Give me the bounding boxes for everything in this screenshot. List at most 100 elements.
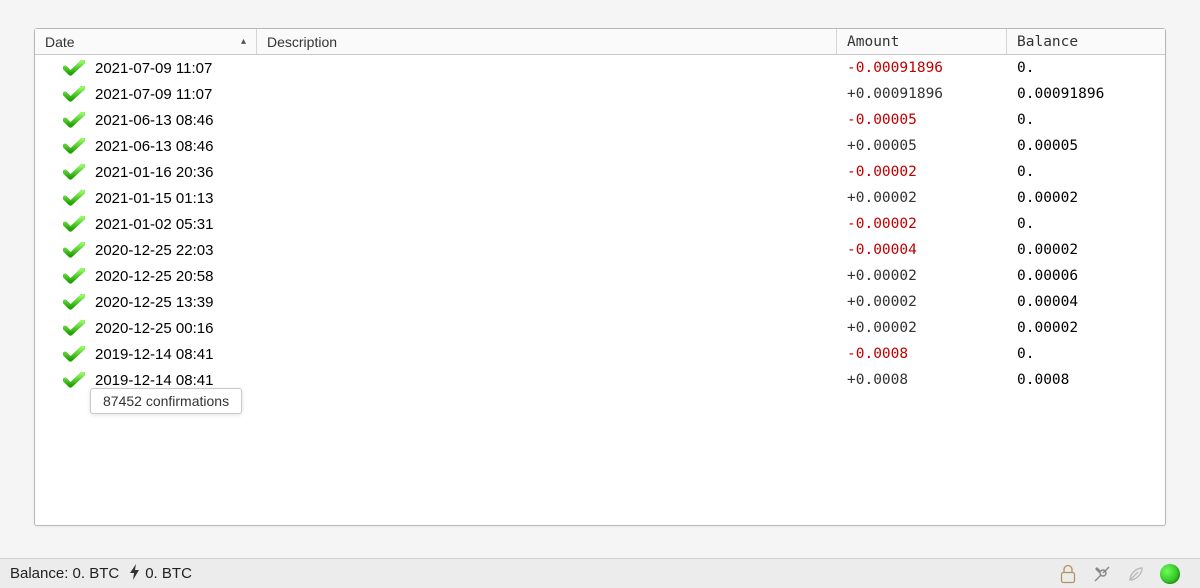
confirmed-check-icon bbox=[63, 268, 85, 284]
cell-description bbox=[257, 315, 837, 341]
cell-date-text: 2020-12-25 13:39 bbox=[95, 294, 213, 311]
cell-description bbox=[257, 185, 837, 211]
cell-date: 2021-07-09 11:07 bbox=[35, 55, 257, 81]
transactions-panel: Date ▴ Description Amount Balance 2021-0… bbox=[34, 28, 1166, 526]
lock-icon[interactable] bbox=[1058, 564, 1078, 584]
cell-amount: +0.00091896 bbox=[837, 81, 1007, 107]
cell-balance: 0.00004 bbox=[1007, 289, 1165, 315]
cell-description bbox=[257, 55, 837, 81]
cell-amount: +0.00002 bbox=[837, 185, 1007, 211]
cell-amount: -0.00002 bbox=[837, 211, 1007, 237]
cell-date: 2020-12-25 22:03 bbox=[35, 237, 257, 263]
table-row[interactable]: 2020-12-25 00:16 +0.000020.00002 bbox=[35, 315, 1165, 341]
table-row[interactable]: 2021-01-15 01:13 +0.000020.00002 bbox=[35, 185, 1165, 211]
cell-balance: 0. bbox=[1007, 341, 1165, 367]
table-header-row: Date ▴ Description Amount Balance bbox=[35, 29, 1165, 55]
cell-balance: 0. bbox=[1007, 159, 1165, 185]
cell-balance: 0.00002 bbox=[1007, 185, 1165, 211]
cell-balance: 0.00006 bbox=[1007, 263, 1165, 289]
cell-date: 2021-06-13 08:46 bbox=[35, 107, 257, 133]
cell-date: 2021-06-13 08:46 bbox=[35, 133, 257, 159]
cell-balance: 0. bbox=[1007, 107, 1165, 133]
cell-amount: +0.00002 bbox=[837, 263, 1007, 289]
status-bar: Balance: 0. BTC 0. BTC bbox=[0, 558, 1200, 588]
cell-description bbox=[257, 133, 837, 159]
confirmed-check-icon bbox=[63, 190, 85, 206]
table-row[interactable]: 2021-06-13 08:46 -0.000050. bbox=[35, 107, 1165, 133]
cell-description bbox=[257, 81, 837, 107]
cell-description bbox=[257, 211, 837, 237]
table-row[interactable]: 2019-12-14 08:41 -0.00080. bbox=[35, 341, 1165, 367]
cell-description bbox=[257, 289, 837, 315]
cell-description bbox=[257, 237, 837, 263]
cell-balance: 0. bbox=[1007, 211, 1165, 237]
table-row[interactable]: 2021-07-09 11:07-0.000918960. bbox=[35, 55, 1165, 81]
cell-date-text: 2021-07-09 11:07 bbox=[95, 86, 212, 103]
cell-balance: 0.00002 bbox=[1007, 237, 1165, 263]
column-header-balance[interactable]: Balance bbox=[1007, 29, 1165, 54]
cell-date: 2020-12-25 20:58 bbox=[35, 263, 257, 289]
sort-indicator-icon: ▴ bbox=[241, 36, 246, 47]
column-header-description-label: Description bbox=[267, 34, 337, 50]
table-row[interactable]: 2020-12-25 20:58 +0.000020.00006 bbox=[35, 263, 1165, 289]
cell-date-text: 2019-12-14 08:41 bbox=[95, 346, 213, 363]
cell-date-text: 2021-01-15 01:13 bbox=[95, 190, 213, 207]
confirmed-check-icon bbox=[63, 112, 85, 128]
confirmations-tooltip-text: 87452 confirmations bbox=[103, 393, 229, 409]
confirmed-check-icon bbox=[63, 346, 85, 362]
cell-description bbox=[257, 263, 837, 289]
cell-amount: +0.0008 bbox=[837, 367, 1007, 393]
table-row[interactable]: 2021-07-09 11:07+0.000918960.00091896 bbox=[35, 81, 1165, 107]
cell-amount: -0.00005 bbox=[837, 107, 1007, 133]
tools-icon[interactable] bbox=[1092, 564, 1112, 584]
network-status-dot[interactable] bbox=[1160, 564, 1180, 584]
cell-amount: -0.0008 bbox=[837, 341, 1007, 367]
column-header-date[interactable]: Date ▴ bbox=[35, 29, 257, 54]
column-header-amount[interactable]: Amount bbox=[837, 29, 1007, 54]
column-header-description[interactable]: Description bbox=[257, 29, 837, 54]
cell-amount: +0.00002 bbox=[837, 315, 1007, 341]
status-icons bbox=[1058, 564, 1190, 584]
seed-icon[interactable] bbox=[1126, 564, 1146, 584]
confirmed-check-icon bbox=[63, 60, 85, 76]
cell-date: 2020-12-25 13:39 bbox=[35, 289, 257, 315]
cell-description bbox=[257, 367, 837, 393]
table-row[interactable]: 2021-01-16 20:36 -0.000020. bbox=[35, 159, 1165, 185]
cell-date: 2021-01-02 05:31 bbox=[35, 211, 257, 237]
lightning-balance-label: 0. BTC bbox=[145, 565, 192, 582]
confirmed-check-icon bbox=[63, 138, 85, 154]
cell-date-text: 2019-12-14 08:41 bbox=[95, 372, 213, 389]
balance-label: Balance: 0. BTC bbox=[10, 565, 119, 582]
cell-description bbox=[257, 159, 837, 185]
cell-amount: -0.00002 bbox=[837, 159, 1007, 185]
column-header-amount-label: Amount bbox=[847, 34, 899, 50]
confirmed-check-icon bbox=[63, 320, 85, 336]
table-row[interactable]: 2020-12-25 13:39 +0.000020.00004 bbox=[35, 289, 1165, 315]
cell-balance: 0.00002 bbox=[1007, 315, 1165, 341]
cell-amount: -0.00091896 bbox=[837, 55, 1007, 81]
confirmed-check-icon bbox=[63, 372, 85, 388]
table-row[interactable]: 2020-12-25 22:03-0.000040.00002 bbox=[35, 237, 1165, 263]
confirmations-tooltip: 87452 confirmations bbox=[90, 388, 242, 414]
cell-amount: +0.00002 bbox=[837, 289, 1007, 315]
cell-date: 2020-12-25 00:16 bbox=[35, 315, 257, 341]
table-row[interactable]: 2021-06-13 08:46+0.000050.00005 bbox=[35, 133, 1165, 159]
table-row[interactable]: 2021-01-02 05:31 -0.000020. bbox=[35, 211, 1165, 237]
column-header-date-label: Date bbox=[45, 34, 75, 50]
cell-date-text: 2021-06-13 08:46 bbox=[95, 138, 213, 155]
cell-date-text: 2020-12-25 20:58 bbox=[95, 268, 213, 285]
table-body[interactable]: 2021-07-09 11:07-0.000918960.2021-07-09 … bbox=[35, 55, 1165, 525]
cell-date: 2019-12-14 08:41 bbox=[35, 341, 257, 367]
cell-description bbox=[257, 341, 837, 367]
cell-date-text: 2020-12-25 22:03 bbox=[95, 242, 213, 259]
cell-date: 2021-01-15 01:13 bbox=[35, 185, 257, 211]
cell-date: 2021-07-09 11:07 bbox=[35, 81, 257, 107]
cell-description bbox=[257, 107, 837, 133]
confirmed-check-icon bbox=[63, 216, 85, 232]
transactions-table: Date ▴ Description Amount Balance 2021-0… bbox=[35, 29, 1165, 525]
cell-balance: 0.00005 bbox=[1007, 133, 1165, 159]
cell-date: 2021-01-16 20:36 bbox=[35, 159, 257, 185]
cell-balance: 0.0008 bbox=[1007, 367, 1165, 393]
confirmed-check-icon bbox=[63, 294, 85, 310]
cell-date-text: 2021-06-13 08:46 bbox=[95, 112, 213, 129]
